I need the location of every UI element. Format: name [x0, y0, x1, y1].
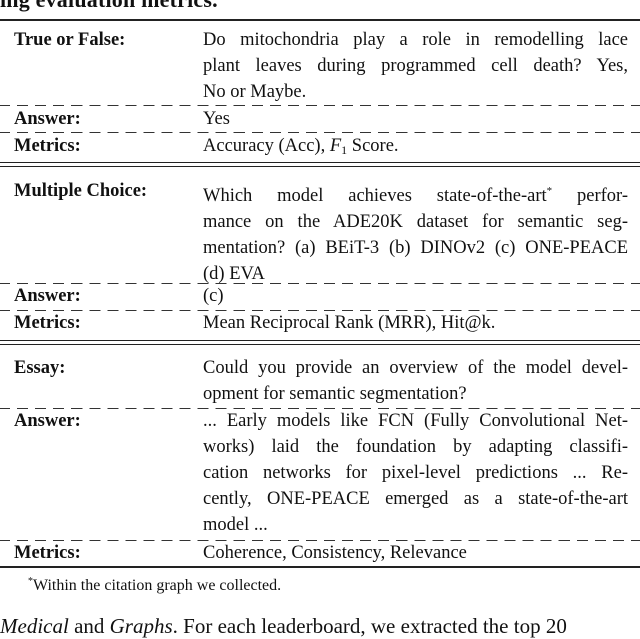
answer-line: model ...: [203, 515, 268, 535]
metrics-text: Accuracy (Acc), F1 Score.: [203, 133, 628, 163]
question-text: Do mitochondria play a role in remodelli…: [203, 27, 628, 105]
section-double-rule-top: [0, 162, 640, 163]
question-line: opment for semantic segmentation?: [203, 384, 467, 404]
question-text: Could you provide an overview of the mod…: [203, 355, 628, 407]
body-text: . For each leaderboard, we extracted the…: [172, 614, 567, 638]
table-footnote: *Within the citation graph we collected.: [28, 576, 281, 595]
body-paragraph-line: Medical and Graphs. For each leaderboard…: [0, 614, 567, 639]
question-line: No or Maybe.: [203, 82, 307, 102]
question-line: mentation? (a) BEiT-3 (b) DINOv2 (c) ONE…: [203, 238, 628, 258]
question-line: mance on the ADE20K dataset for semantic…: [203, 212, 628, 232]
answer-text: Yes: [203, 106, 628, 132]
body-text-italic: Medical: [0, 614, 69, 638]
metrics-text: Mean Reciprocal Rank (MRR), Hit@k.: [203, 313, 496, 333]
answer-label: Answer:: [14, 109, 81, 129]
section-double-rule-bottom: [0, 166, 640, 167]
answer-line: cently, ONE-PEACE emerged as a state-of-…: [203, 489, 628, 509]
answer-label: Answer:: [14, 411, 81, 431]
question-text: Which model achieves state-of-the-art* p…: [203, 178, 628, 287]
answer-line: (c): [203, 286, 224, 306]
section-double-rule-top: [0, 340, 640, 341]
answer-line: works) laid the foundation by adapting c…: [203, 437, 628, 457]
question-type-label: Multiple Choice:: [14, 181, 148, 201]
question-line: plant leaves during programmed cell deat…: [203, 56, 628, 76]
metrics-text: Coherence, Consistency, Relevance: [203, 543, 467, 563]
answer-line: Yes: [203, 109, 230, 129]
answer-text: (c): [203, 283, 628, 309]
question-line: Could you provide an overview of the mod…: [203, 358, 628, 378]
answer-label: Answer:: [14, 286, 81, 306]
table-bottom-rule: [0, 566, 640, 568]
question-line-text: Which model achieves state-of-the-art: [203, 186, 547, 206]
metrics-text-part: Accuracy (Acc),: [203, 136, 330, 156]
footnote-text: Within the citation graph we collected.: [33, 577, 282, 594]
question-type-label: Essay:: [14, 358, 66, 378]
metrics-label: Metrics:: [14, 543, 81, 563]
answer-line: cation networks for pixel-level predicti…: [203, 463, 628, 483]
metrics-label: Metrics:: [14, 313, 81, 333]
math-variable: F: [329, 136, 342, 156]
metrics-text-part: Score.: [347, 136, 399, 156]
body-text: and: [68, 614, 110, 638]
metrics-label: Metrics:: [14, 136, 81, 156]
answer-line: ... Early models like FCN (Fully Convolu…: [203, 411, 628, 431]
section-double-rule-bottom: [0, 344, 640, 345]
table-top-rule: [0, 19, 640, 21]
question-line: Which model achieves state-of-the-art* p…: [203, 178, 628, 209]
question-line-text: perfor-: [552, 186, 628, 206]
question-type-label: True or False:: [14, 30, 126, 50]
table-caption: ing evaluation metrics.: [0, 0, 218, 13]
body-text-italic: Graphs: [109, 614, 173, 638]
answer-text: ... Early models like FCN (Fully Convolu…: [203, 408, 628, 538]
question-line: Do mitochondria play a role in remodelli…: [203, 30, 628, 50]
